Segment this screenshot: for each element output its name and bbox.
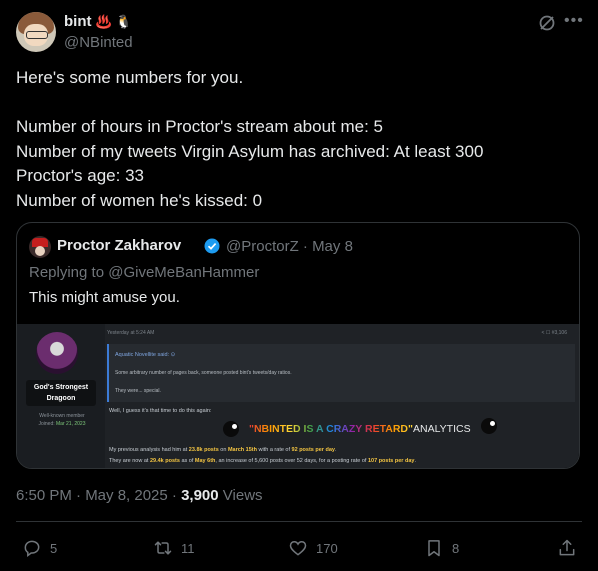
- forum-user-panel: God's Strongest Dragoon Well-known membe…: [17, 324, 105, 468]
- forum-analysis-line2: They are now at 29.4k posts as of May 6t…: [109, 458, 416, 464]
- reply-button[interactable]: 5: [22, 536, 57, 560]
- like-button[interactable]: 170: [288, 536, 338, 560]
- tweet: bint ♨️ 🐧 @NBinted ••• Here's some numbe…: [0, 0, 598, 571]
- divider: [16, 521, 582, 522]
- author-display-name[interactable]: bint: [64, 13, 92, 30]
- forum-quoted-user: Aquatic Novellite said: ⊙: [115, 352, 176, 358]
- replying-to-handle[interactable]: @GiveMeBanHammer: [108, 264, 259, 281]
- grok-icon[interactable]: [537, 13, 557, 33]
- bomb-right-icon: [481, 418, 497, 434]
- forum-user-title: God's Strongest Dragoon: [26, 380, 96, 406]
- repost-icon: [154, 541, 172, 555]
- tweet-timestamp: 6:50 PM · May 8, 2025 · 3,900 Views: [16, 487, 263, 504]
- tweet-time-date[interactable]: 6:50 PM · May 8, 2025 ·: [16, 487, 181, 504]
- author-name[interactable]: bint ♨️ 🐧: [64, 13, 132, 30]
- forum-post-time: Yesterday at 5:24 AM: [107, 330, 155, 336]
- reply-count: 5: [50, 540, 58, 556]
- quoted-media-image[interactable]: God's Strongest Dragoon Well-known membe…: [17, 324, 579, 468]
- views-label: Views: [218, 487, 263, 504]
- quoted-tweet-text: This might amuse you.: [29, 289, 180, 306]
- repost-count: 11: [181, 540, 195, 556]
- verified-badge-icon: [204, 238, 220, 254]
- banner-main-text: "NBINTED IS A CRAZY RETARD": [249, 423, 413, 435]
- author-name-emojis: ♨️ 🐧: [95, 14, 132, 29]
- forum-reply-line: Well, I guess it's that time to do this …: [109, 408, 212, 414]
- forum-post: Yesterday at 5:24 AM < ☐ #3,106 Aquatic …: [105, 324, 579, 468]
- forum-post-tools: < ☐ #3,106: [541, 330, 567, 336]
- quoted-author-handle-date: @ProctorZ · May 8: [226, 238, 353, 255]
- share-button[interactable]: [557, 536, 577, 560]
- forum-user-avatar: [36, 332, 78, 374]
- reply-icon: [24, 540, 40, 557]
- repost-button[interactable]: 11: [153, 536, 195, 560]
- forum-user-title-line1: God's Strongest: [33, 384, 89, 391]
- author-avatar[interactable]: [16, 12, 56, 52]
- forum-joined-label: Joined:: [38, 421, 55, 427]
- share-icon: [559, 539, 575, 556]
- forum-user-title-line2: Dragoon: [46, 395, 76, 402]
- bookmark-icon: [428, 540, 440, 557]
- bookmark-button[interactable]: 8: [424, 536, 459, 560]
- quoted-tweet[interactable]: Proctor Zakharov @ProctorZ · May 8 Reply…: [16, 222, 580, 469]
- quoted-author-avatar[interactable]: [29, 236, 51, 258]
- forum-quoted-line1: Some arbitrary number of pages back, som…: [115, 370, 292, 376]
- bomb-left-icon: [223, 421, 239, 437]
- quoted-replying-to: Replying to @GiveMeBanHammer: [29, 264, 259, 281]
- like-count: 170: [316, 540, 338, 556]
- forum-analysis-line1: My previous analysis had him at 23.8k po…: [109, 447, 337, 453]
- heart-icon: [289, 540, 307, 556]
- banner-suffix-text: ANALYTICS: [413, 423, 471, 435]
- quoted-author-name[interactable]: Proctor Zakharov: [57, 237, 181, 254]
- bookmark-count: 8: [452, 540, 460, 556]
- author-handle[interactable]: @NBinted: [64, 34, 133, 51]
- forum-quote-block: Aquatic Novellite said: ⊙ Some arbitrary…: [107, 344, 575, 402]
- replying-to-label: Replying to: [29, 264, 105, 281]
- forum-member-status: Well-known member: [39, 413, 85, 419]
- forum-joined-date: Mar 21, 2023: [56, 421, 86, 427]
- tweet-text: Here's some numbers for you. Number of h…: [16, 68, 484, 210]
- views-count: 3,900: [181, 487, 219, 504]
- forum-user-meta: Well-known member Joined: Mar 21, 2023: [27, 412, 97, 428]
- forum-banner: "NBINTED IS A CRAZY RETARD" ANALYTICS: [223, 416, 499, 444]
- more-options-icon[interactable]: •••: [564, 12, 584, 30]
- forum-quoted-line2: They were... special.: [115, 388, 161, 394]
